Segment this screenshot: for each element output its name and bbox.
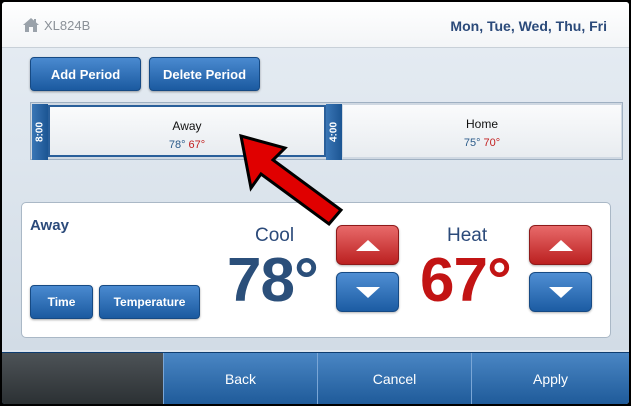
period-cool-temp: 78° (168, 139, 186, 151)
arrow-down-icon (548, 286, 573, 298)
temperature-button[interactable]: Temperature (99, 285, 200, 319)
home-icon (23, 18, 39, 32)
model-label: XL824B (44, 18, 91, 33)
cool-up-button[interactable] (336, 225, 399, 265)
heat-setpoint: 67° (420, 246, 512, 315)
period-timeline: 8:00 Away 78° 67° 4:00 Home 75° 70° (30, 102, 623, 160)
back-button[interactable]: Back (163, 353, 317, 404)
period-heat-temp: 67° (188, 139, 206, 151)
period-detail-panel: Away Time Temperature Cool 78° Heat 67° (21, 202, 611, 338)
cool-down-button[interactable] (336, 272, 399, 312)
period-heat-temp: 70° (483, 137, 501, 149)
period-cool-temp: 75° (463, 137, 481, 149)
arrow-up-icon (548, 239, 573, 251)
apply-button[interactable]: Apply (471, 353, 629, 404)
period-temps: 75° 70° (343, 137, 621, 149)
handle-time-label: 8:00 (34, 121, 46, 143)
period-handle-start[interactable]: 8:00 (32, 104, 48, 160)
period-home[interactable]: Home 75° 70° (343, 105, 621, 157)
time-button[interactable]: Time (30, 285, 93, 319)
arrow-down-icon (355, 286, 380, 298)
handle-time-label: 4:00 (328, 121, 340, 143)
thermostat-window: XL824B Mon, Tue, Wed, Thu, Fri Add Perio… (2, 2, 629, 404)
cool-setpoint: 78° (227, 246, 319, 315)
header-bar: XL824B Mon, Tue, Wed, Thu, Fri (2, 2, 629, 48)
period-temps: 78° 67° (50, 139, 324, 151)
heat-up-button[interactable] (529, 225, 592, 265)
detail-title: Away (30, 217, 69, 234)
add-period-button[interactable]: Add Period (30, 57, 141, 91)
schedule-days: Mon, Tue, Wed, Thu, Fri (450, 18, 607, 34)
delete-period-button[interactable]: Delete Period (149, 57, 260, 91)
footer-bar: Back Cancel Apply (2, 352, 629, 404)
heat-down-button[interactable] (529, 272, 592, 312)
period-name: Home (465, 117, 498, 131)
cool-label: Cool (255, 225, 295, 246)
period-name: Away (172, 119, 202, 133)
footer-spacer (2, 353, 163, 404)
period-away[interactable]: Away 78° 67° (48, 105, 326, 157)
period-handle-split[interactable]: 4:00 (326, 104, 342, 160)
heat-label: Heat (447, 225, 488, 246)
cancel-button[interactable]: Cancel (317, 353, 471, 404)
arrow-up-icon (355, 239, 380, 251)
